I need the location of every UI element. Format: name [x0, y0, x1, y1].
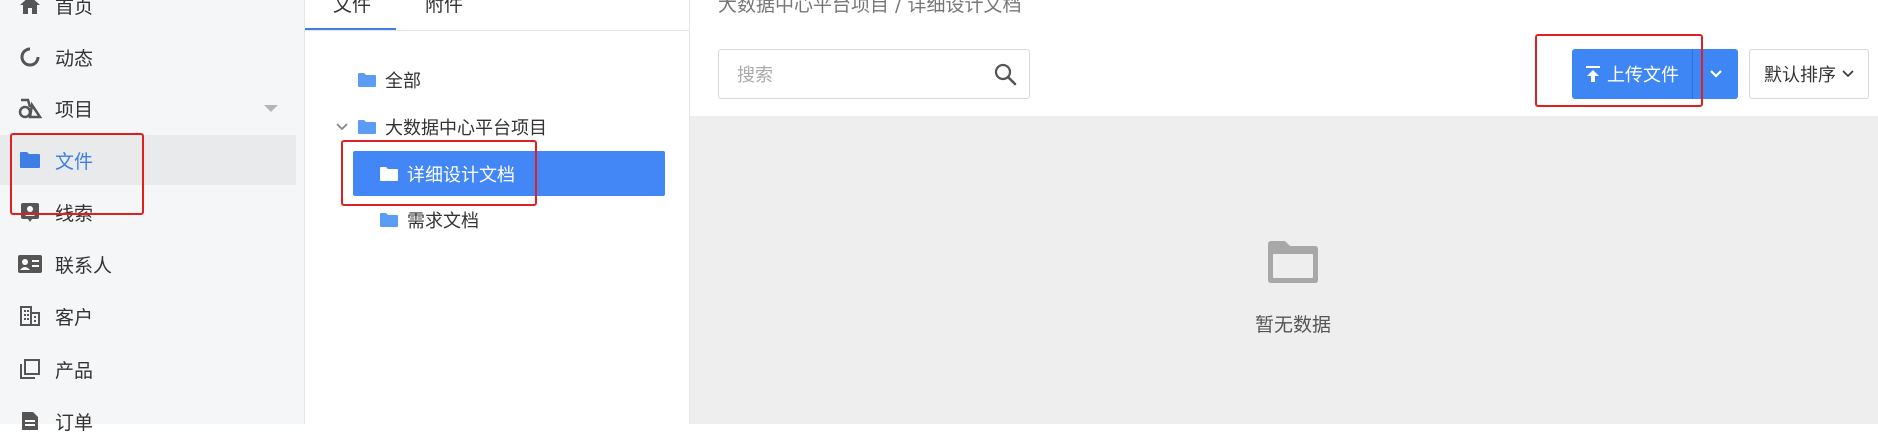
sidebar-item-orders[interactable]: 订单 [0, 396, 296, 446]
sidebar-item-project[interactable]: 项目 [0, 83, 296, 133]
tree-node-all[interactable]: 全部 [357, 60, 421, 100]
home-icon [17, 0, 43, 18]
empty-state-text: 暂无数据 [1255, 314, 1332, 336]
tab-attachments[interactable]: 附件 [425, 0, 463, 17]
sidebar: 首页 动态 项目 文件 线索 联系人 客户 产品 订单 [0, 0, 305, 434]
chevron-down-icon[interactable] [335, 122, 349, 132]
sidebar-item-label: 线索 [55, 202, 94, 225]
sidebar-item-leads[interactable]: 线索 [0, 187, 296, 237]
folder-icon [358, 73, 376, 87]
project-icon [17, 95, 43, 121]
upload-file-label: 上传文件 [1607, 65, 1679, 86]
folder-icon [17, 147, 43, 173]
folder-icon [380, 166, 398, 181]
sort-label: 默认排序 [1764, 65, 1836, 86]
tree-node-label: 全部 [385, 71, 421, 92]
folder-icon [358, 120, 376, 134]
sidebar-item-products[interactable]: 产品 [0, 344, 296, 394]
activity-icon [17, 44, 43, 70]
active-tab-indicator [305, 28, 396, 30]
tree-node-requirements[interactable]: 需求文档 [379, 200, 479, 240]
sidebar-item-contacts[interactable]: 联系人 [0, 239, 296, 289]
sidebar-item-label: 文件 [55, 150, 94, 173]
tree-node-label: 详细设计文档 [407, 164, 515, 186]
tree-node-label: 需求文档 [407, 211, 479, 232]
empty-folder-icon [1268, 241, 1318, 283]
search-box[interactable] [718, 49, 1030, 99]
sidebar-item-label: 首页 [55, 0, 94, 18]
sidebar-item-customers[interactable]: 客户 [0, 291, 296, 341]
sidebar-item-label: 产品 [55, 359, 94, 382]
sidebar-item-activity[interactable]: 动态 [0, 32, 296, 82]
sidebar-item-label: 订单 [55, 411, 94, 434]
upload-icon [1586, 66, 1600, 82]
sort-dropdown[interactable]: 默认排序 [1749, 49, 1869, 99]
tree-node-detailed-design[interactable]: 详细设计文档 [353, 151, 665, 196]
product-icon [17, 356, 43, 382]
sidebar-item-label: 动态 [55, 47, 94, 70]
sidebar-item-files[interactable]: 文件 [0, 135, 296, 185]
chevron-down-icon[interactable] [264, 105, 278, 112]
upload-file-button[interactable]: 上传文件 [1572, 49, 1692, 99]
tree-node-label: 大数据中心平台项目 [385, 118, 547, 139]
contact-card-icon [17, 251, 43, 277]
order-icon [17, 408, 43, 434]
tree-node-big-data-project[interactable]: 大数据中心平台项目 [335, 107, 547, 147]
tab-bar: 文件 附件 [305, 0, 689, 31]
sidebar-item-label: 联系人 [55, 254, 113, 277]
building-icon [17, 303, 43, 329]
lead-icon [17, 199, 43, 225]
chevron-down-icon [1842, 70, 1854, 78]
breadcrumb: 大数据中心平台项目 / 详细设计文档 [718, 0, 1022, 16]
sidebar-item-label: 客户 [55, 306, 94, 329]
search-input[interactable] [735, 62, 979, 88]
folder-icon [380, 213, 398, 227]
tab-files[interactable]: 文件 [333, 0, 371, 17]
sidebar-item-label: 项目 [55, 98, 94, 121]
search-icon[interactable] [993, 62, 1017, 86]
sidebar-item-home[interactable]: 首页 [0, 0, 296, 30]
chevron-down-icon [1709, 70, 1722, 78]
folder-tree-panel: 文件 附件 全部 大数据中心平台项目 详细设计文档 需求文档 [305, 0, 690, 424]
upload-options-dropdown[interactable] [1692, 49, 1738, 99]
